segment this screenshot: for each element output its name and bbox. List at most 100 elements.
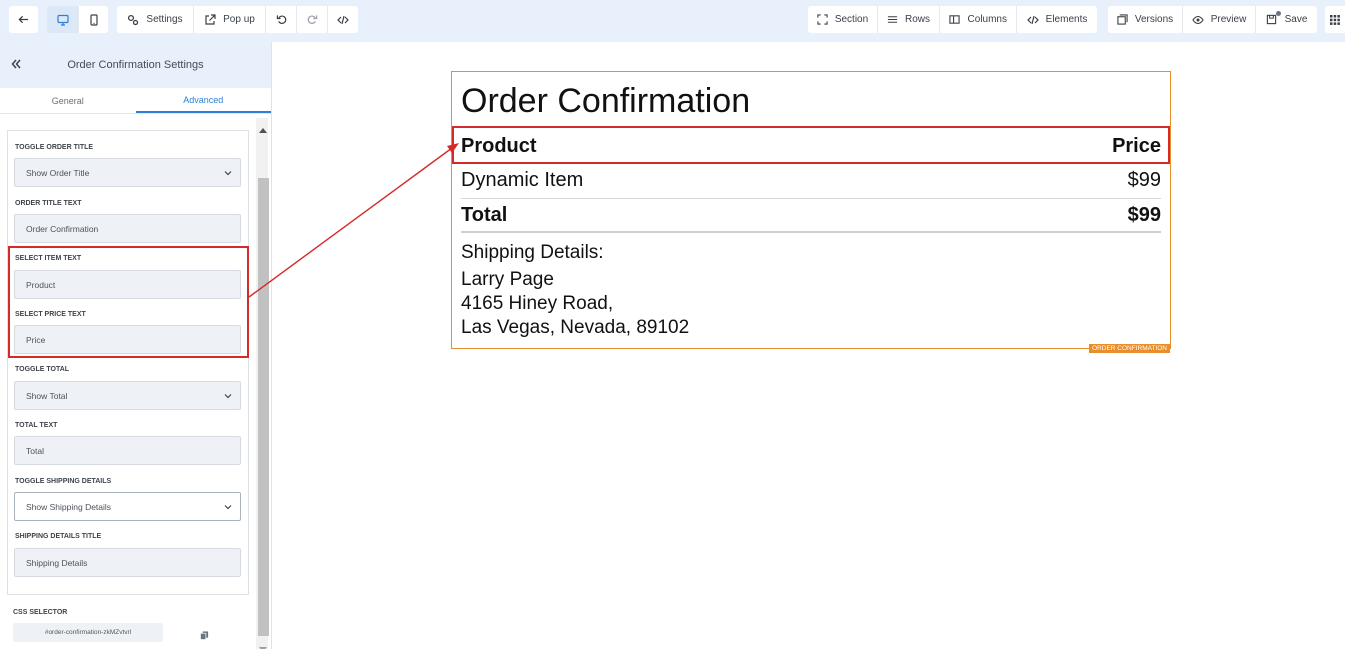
code-icon bbox=[337, 14, 349, 26]
settings-panel: TOGGLE ORDER TITLE Show Order Title ORDE… bbox=[7, 130, 249, 595]
save-button[interactable]: Save bbox=[1256, 6, 1317, 33]
apps-group bbox=[1325, 6, 1345, 33]
shipping-street: 4165 Hiney Road, bbox=[461, 293, 614, 314]
toggle-total-label: TOGGLE TOTAL bbox=[15, 366, 70, 373]
eye-icon bbox=[1192, 14, 1204, 26]
top-toolbar: Settings Pop up Section Rows Columns Ele… bbox=[0, 0, 1345, 42]
rows-icon bbox=[887, 14, 898, 26]
save-label: Save bbox=[1284, 14, 1308, 25]
settings-label: Settings bbox=[146, 14, 183, 25]
elements-button[interactable]: Elements bbox=[1017, 6, 1097, 33]
columns-label: Columns bbox=[967, 14, 1007, 25]
copy-icon[interactable] bbox=[200, 627, 210, 640]
redo-icon bbox=[306, 14, 318, 26]
css-selector-field[interactable]: #order-confirmation-zkMZvtvrl bbox=[13, 623, 163, 642]
external-link-icon bbox=[204, 13, 216, 26]
desktop-icon bbox=[56, 14, 69, 26]
tab-general[interactable]: General bbox=[0, 88, 136, 113]
expand-icon bbox=[817, 14, 828, 26]
tab-advanced[interactable]: Advanced bbox=[135, 88, 271, 113]
versions-label: Versions bbox=[1134, 14, 1174, 25]
highlight-box-header-row bbox=[452, 126, 1170, 164]
section-button[interactable]: Section bbox=[808, 6, 878, 33]
divider bbox=[461, 198, 1161, 199]
order-title-text-input[interactable]: Order Confirmation bbox=[14, 214, 241, 243]
arrow-left-icon bbox=[18, 14, 29, 26]
order-title-text-label: ORDER TITLE TEXT bbox=[15, 200, 82, 207]
sidebar-header: Order Confirmation Settings bbox=[0, 42, 271, 88]
apps-button[interactable] bbox=[1325, 6, 1345, 33]
code-button[interactable] bbox=[328, 6, 358, 33]
settings-button[interactable]: Settings bbox=[117, 6, 194, 33]
device-group bbox=[47, 6, 108, 33]
mobile-icon bbox=[88, 13, 99, 26]
toggle-order-title-select[interactable]: Show Order Title bbox=[14, 158, 241, 187]
preview-button[interactable]: Preview bbox=[1183, 6, 1256, 33]
css-selector-label: CSS SELECTOR bbox=[13, 609, 68, 616]
chevron-down-icon bbox=[224, 503, 232, 511]
popup-button[interactable]: Pop up bbox=[194, 6, 266, 33]
publish-group: Versions Preview Save bbox=[1108, 6, 1317, 33]
columns-button[interactable]: Columns bbox=[940, 6, 1017, 33]
redo-button[interactable] bbox=[297, 6, 328, 33]
toggle-order-title-value: Show Order Title bbox=[26, 167, 90, 178]
total-value: $99 bbox=[1127, 204, 1161, 226]
item-name: Dynamic Item bbox=[461, 169, 584, 191]
popup-label: Pop up bbox=[223, 14, 255, 25]
section-label: Section bbox=[834, 14, 869, 25]
widget-tag: ORDER CONFIRMATION bbox=[1089, 344, 1170, 353]
shipping-title-input[interactable]: Shipping Details bbox=[14, 548, 241, 577]
versions-icon bbox=[1117, 14, 1128, 26]
columns-icon bbox=[949, 14, 961, 26]
code-icon bbox=[1026, 14, 1039, 26]
order-title-text-value: Order Confirmation bbox=[26, 223, 99, 234]
shipping-city: Las Vegas, Nevada, 89102 bbox=[461, 317, 690, 338]
rows-label: Rows bbox=[905, 14, 931, 25]
sidebar-title: Order Confirmation Settings bbox=[67, 59, 204, 71]
elements-label: Elements bbox=[1045, 14, 1088, 25]
shipping-title-value: Shipping Details bbox=[26, 557, 88, 568]
desktop-view-button[interactable] bbox=[47, 6, 79, 33]
shipping-title-label: SHIPPING DETAILS TITLE bbox=[15, 533, 102, 540]
shipping-name: Larry Page bbox=[461, 269, 554, 290]
toggle-order-title-label: TOGGLE ORDER TITLE bbox=[15, 144, 94, 151]
versions-button[interactable]: Versions bbox=[1108, 6, 1183, 33]
order-confirmation-widget[interactable]: Order Confirmation Product Price Dynamic… bbox=[451, 71, 1171, 353]
undo-icon bbox=[275, 14, 287, 26]
scroll-up-arrow-icon[interactable] bbox=[259, 120, 267, 133]
mobile-view-button[interactable] bbox=[79, 6, 108, 33]
shipping-heading: Shipping Details: bbox=[461, 242, 604, 263]
toggle-shipping-select[interactable]: Show Shipping Details bbox=[14, 492, 241, 521]
structure-group: Section Rows Columns Elements bbox=[808, 6, 1097, 33]
total-label: Total bbox=[461, 204, 508, 226]
sidebar-tabs: General Advanced bbox=[0, 88, 271, 114]
divider bbox=[461, 231, 1161, 233]
scrollbar-thumb[interactable] bbox=[258, 178, 269, 636]
header-price: Price bbox=[1112, 135, 1161, 157]
rows-button[interactable]: Rows bbox=[878, 6, 940, 33]
toggle-total-value: Show Total bbox=[26, 390, 68, 401]
back-group bbox=[9, 6, 38, 33]
css-selector-value: #order-confirmation-zkMZvtvrl bbox=[44, 629, 132, 636]
order-title: Order Confirmation bbox=[461, 82, 751, 120]
chevron-down-icon bbox=[224, 169, 232, 177]
undo-button[interactable] bbox=[266, 6, 297, 33]
highlight-box-fields bbox=[8, 246, 249, 358]
settings-sidebar: Order Confirmation Settings General Adva… bbox=[0, 42, 272, 649]
chevron-down-icon bbox=[224, 392, 232, 400]
actions-group: Settings Pop up bbox=[117, 6, 358, 33]
gears-icon bbox=[127, 14, 139, 26]
header-product: Product bbox=[461, 135, 537, 157]
back-button[interactable] bbox=[9, 6, 38, 33]
toggle-total-select[interactable]: Show Total bbox=[14, 381, 241, 410]
item-price: $99 bbox=[1127, 169, 1161, 191]
total-text-input[interactable]: Total bbox=[14, 436, 241, 465]
total-text-label: TOTAL TEXT bbox=[15, 422, 58, 429]
total-text-value: Total bbox=[26, 445, 44, 456]
preview-label: Preview bbox=[1210, 14, 1247, 25]
save-icon bbox=[1266, 10, 1281, 26]
toggle-shipping-value: Show Shipping Details bbox=[26, 501, 112, 512]
toggle-shipping-label: TOGGLE SHIPPING DETAILS bbox=[15, 478, 112, 485]
double-chevron-left-icon[interactable] bbox=[9, 57, 23, 71]
scroll-down-arrow-icon[interactable] bbox=[259, 640, 267, 649]
